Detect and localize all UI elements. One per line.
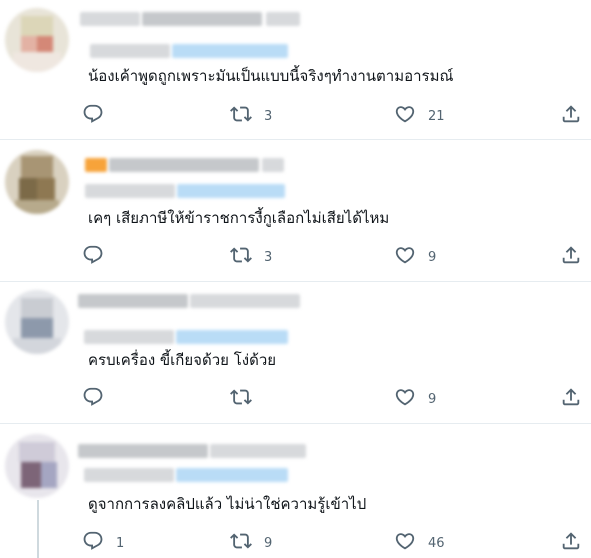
tweet-actions: 9 <box>80 386 591 410</box>
retweet-button[interactable]: 3 <box>230 103 272 129</box>
like-button[interactable]: 9 <box>394 386 436 412</box>
reply-icon <box>82 530 104 556</box>
reply-icon <box>82 103 104 129</box>
reply-button[interactable] <box>82 386 116 412</box>
tweet-text: เคๆ เสียภาษีให้ข้าราชการงี้กูเลือกไม่เสี… <box>88 209 390 227</box>
reply-button[interactable] <box>82 244 116 270</box>
like-button[interactable]: 9 <box>394 244 436 270</box>
retweet-count: 3 <box>264 249 273 265</box>
tweet-actions: 3 9 <box>80 244 591 268</box>
reply-tweet[interactable]: เคๆ เสียภาษีให้ข้าราชการงี้กูเลือกไม่เสี… <box>0 140 591 282</box>
reply-icon <box>82 244 104 270</box>
heart-icon <box>394 530 416 556</box>
share-icon <box>560 103 582 129</box>
share-icon <box>560 530 582 556</box>
share-button[interactable] <box>560 386 582 412</box>
tweet-actions: 1 9 46 <box>80 530 591 554</box>
retweet-button[interactable]: 3 <box>230 244 272 270</box>
share-icon <box>560 244 582 270</box>
reply-tweet[interactable]: ดูจากการลงคลิปแล้ว ไม่น่าใช่ความรู้เข้าไ… <box>0 424 591 558</box>
avatar[interactable] <box>5 8 69 72</box>
avatar[interactable] <box>5 290 69 354</box>
reply-tweet[interactable]: น้องเค้าพูดถูกเพราะมันเป็นแบบนี้จริงๆทำง… <box>0 0 591 140</box>
share-icon <box>560 386 582 412</box>
tweet-text: ดูจากการลงคลิปแล้ว ไม่น่าใช่ความรู้เข้าไ… <box>88 495 367 513</box>
reply-count: 1 <box>116 535 125 551</box>
retweet-icon <box>230 530 252 556</box>
share-button[interactable] <box>560 530 582 556</box>
retweet-count: 3 <box>264 108 273 124</box>
reply-button[interactable] <box>82 103 116 129</box>
avatar[interactable] <box>5 150 69 214</box>
retweet-count: 9 <box>264 535 273 551</box>
like-count: 21 <box>428 108 445 124</box>
heart-icon <box>394 103 416 129</box>
retweet-button[interactable]: 9 <box>230 530 272 556</box>
heart-icon <box>394 386 416 412</box>
reply-button[interactable]: 1 <box>82 530 124 556</box>
retweet-icon <box>230 244 252 270</box>
retweet-icon <box>230 386 252 412</box>
reply-icon <box>82 386 104 412</box>
heart-icon <box>394 244 416 270</box>
share-button[interactable] <box>560 244 582 270</box>
tweet-actions: 3 21 <box>80 103 591 127</box>
avatar[interactable] <box>5 434 69 498</box>
like-button[interactable]: 21 <box>394 103 445 129</box>
share-button[interactable] <box>560 103 582 129</box>
tweet-text: น้องเค้าพูดถูกเพราะมันเป็นแบบนี้จริงๆทำง… <box>88 67 454 85</box>
retweet-icon <box>230 103 252 129</box>
like-count: 46 <box>428 535 445 551</box>
retweet-button[interactable] <box>230 386 264 412</box>
reply-tweet[interactable]: ครบเครื่อง ขี้เกียจด้วย โง่ด้วย 9 <box>0 282 591 424</box>
tweet-text: ครบเครื่อง ขี้เกียจด้วย โง่ด้วย <box>88 351 277 369</box>
like-button[interactable]: 46 <box>394 530 445 556</box>
like-count: 9 <box>428 249 437 265</box>
like-count: 9 <box>428 391 437 407</box>
thread-connector-line <box>37 500 39 558</box>
